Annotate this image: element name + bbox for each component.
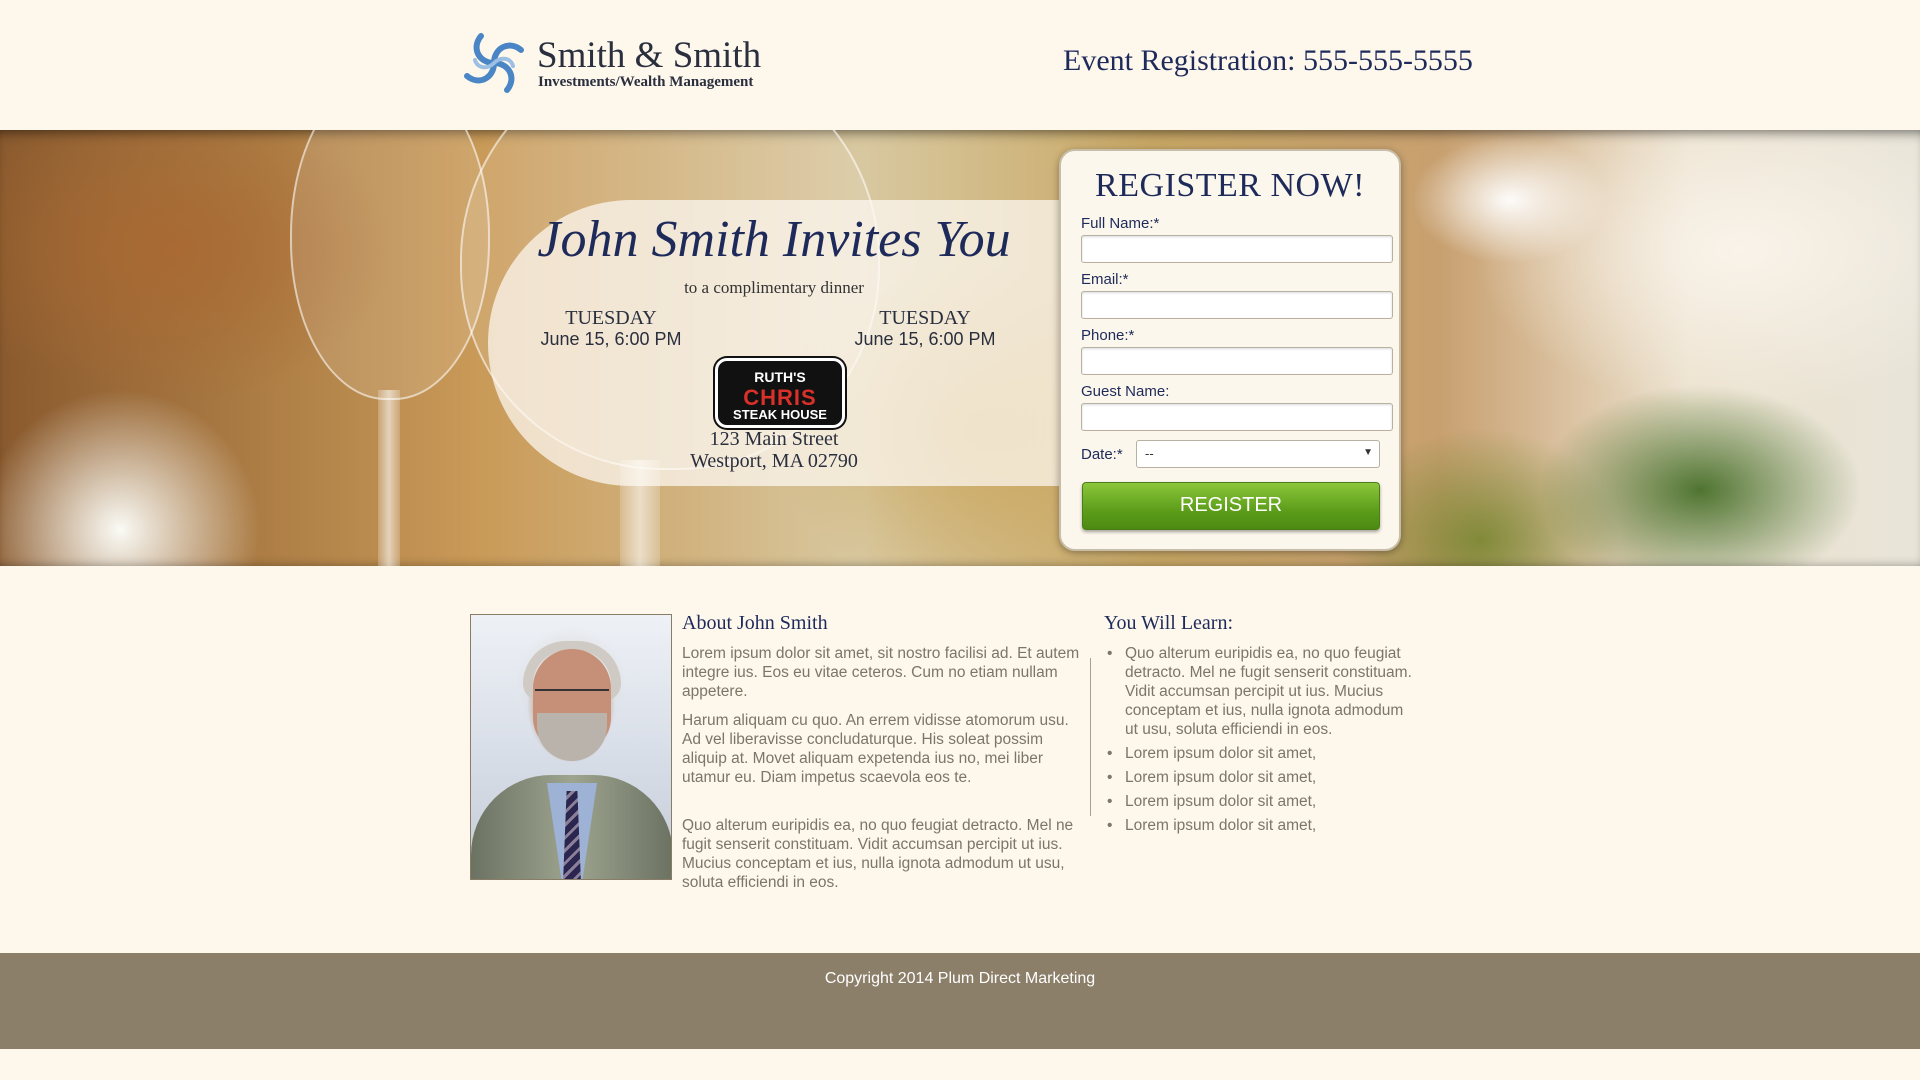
event-time: June 15, 6:00 PM [854, 329, 996, 349]
invitation-panel: John Smith Invites You to a complimentar… [488, 200, 1060, 486]
date-select[interactable]: -- ▼ [1136, 440, 1380, 468]
learn-list-item: Quo alterum euripidis ea, no quo feugiat… [1106, 644, 1416, 739]
site-header: Smith & Smith Investments/Wealth Managem… [0, 0, 1920, 128]
form-title: REGISTER NOW! [1095, 167, 1365, 204]
address-line1: 123 Main Street [709, 428, 839, 450]
hero-banner: John Smith Invites You to a complimentar… [0, 130, 1920, 566]
about-title: About John Smith [682, 612, 828, 634]
guest-name-field[interactable] [1081, 403, 1393, 431]
phone-field[interactable] [1081, 347, 1393, 375]
register-button[interactable]: REGISTER [1082, 482, 1380, 530]
glass-stem-decor [378, 390, 400, 566]
email-field[interactable] [1081, 291, 1393, 319]
brand-name: Smith & Smith [537, 35, 762, 76]
registration-form: REGISTER NOW! Full Name:* Email:* Phone:… [1059, 149, 1401, 551]
swirl-logo-icon [464, 33, 524, 93]
restaurant-logo-line3: STEAK HOUSE [733, 407, 827, 422]
phone-label: Phone:* [1081, 327, 1135, 344]
event-day: TUESDAY [565, 307, 657, 329]
photo-beard [537, 713, 607, 761]
learn-list-item: Lorem ipsum dolor sit amet, [1106, 744, 1416, 763]
event-registration-phone: Event Registration: 555-555-5555 [1063, 44, 1473, 77]
full-name-field[interactable] [1081, 235, 1393, 263]
email-label: Email:* [1081, 271, 1129, 288]
address-line2: Westport, MA 02790 [690, 450, 858, 472]
invitation-title: John Smith Invites You [537, 211, 1011, 268]
restaurant-logo: RUTH'S CHRIS STEAK HOUSE [715, 358, 845, 428]
date-select-value: -- [1145, 446, 1154, 461]
site-footer: Copyright 2014 Plum Direct Marketing [0, 953, 1920, 1049]
full-name-label: Full Name:* [1081, 215, 1160, 232]
about-paragraph: Lorem ipsum dolor sit amet, sit nostro f… [682, 645, 1080, 700]
photo-glasses [535, 689, 609, 705]
about-paragraph: Quo alterum euripidis ea, no quo feugiat… [682, 817, 1074, 891]
restaurant-logo-line1: RUTH'S [754, 369, 806, 385]
content-divider [1090, 658, 1091, 816]
event-day: TUESDAY [879, 307, 971, 329]
event-time: June 15, 6:00 PM [540, 329, 682, 349]
learn-list-item: Lorem ipsum dolor sit amet, [1106, 792, 1416, 811]
learn-title: You Will Learn: [1104, 612, 1234, 634]
learn-list-item: Lorem ipsum dolor sit amet, [1106, 768, 1416, 787]
learn-list: Quo alterum euripidis ea, no quo feugiat… [1106, 644, 1416, 840]
brand-logo[interactable]: Smith & Smith Investments/Wealth Managem… [459, 28, 762, 100]
learn-list-item: Lorem ipsum dolor sit amet, [1106, 816, 1416, 835]
brand-tagline: Investments/Wealth Management [538, 74, 754, 90]
about-paragraph: Harum aliquam cu quo. An errem vidisse a… [682, 712, 1069, 786]
invitation-subtitle: to a complimentary dinner [684, 278, 864, 297]
speaker-photo [470, 614, 672, 880]
chevron-down-icon: ▼ [1363, 447, 1373, 458]
copyright-text: Copyright 2014 Plum Direct Marketing [824, 970, 1096, 987]
venue-address: 123 Main Street Westport, MA 02790 [488, 428, 1060, 472]
event-date-2: TUESDAY June 15, 6:00 PM [840, 308, 1010, 350]
event-date-1: TUESDAY June 15, 6:00 PM [526, 308, 696, 350]
guest-name-label: Guest Name: [1081, 383, 1170, 400]
date-label: Date:* [1081, 446, 1123, 463]
